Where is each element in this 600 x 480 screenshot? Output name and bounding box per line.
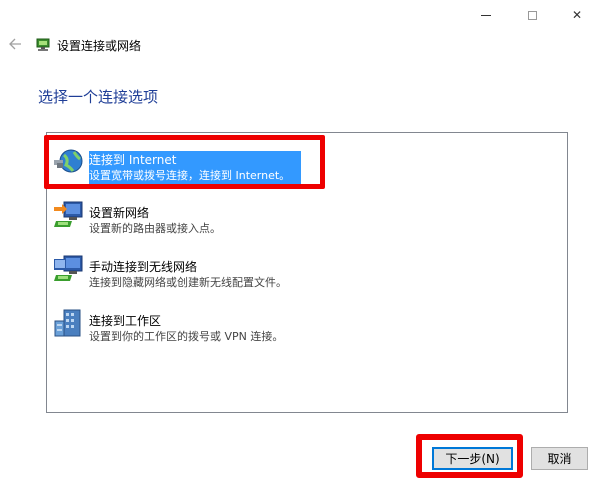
option-description: 设置到你的工作区的拨号或 VPN 连接。 — [89, 330, 284, 343]
setup-connection-window: ✕ 设置连接或网络 选择一个连接选项 连接到 Internet 设置宽带或拨号连… — [0, 0, 600, 480]
maximize-icon — [527, 10, 537, 20]
workplace-icon — [52, 307, 84, 339]
close-button[interactable]: ✕ — [554, 0, 600, 30]
network-setup-icon — [35, 36, 51, 52]
annotation-highlight-next — [416, 434, 523, 478]
option-description: 连接到隐藏网络或创建新无线配置文件。 — [89, 276, 287, 289]
option-new-network[interactable]: 设置新网络 设置新的路由器或接入点。 — [49, 193, 559, 235]
minimize-button[interactable] — [463, 0, 509, 30]
option-workplace[interactable]: 连接到工作区 设置到你的工作区的拨号或 VPN 连接。 — [49, 301, 559, 343]
cancel-button[interactable]: 取消 — [531, 447, 588, 470]
page-heading: 选择一个连接选项 — [38, 88, 159, 106]
annotation-highlight-option — [44, 135, 325, 189]
option-title: 设置新网络 — [89, 206, 150, 220]
option-workplace-text: 连接到工作区 设置到你的工作区的拨号或 VPN 连接。 — [89, 313, 283, 345]
window-title: 设置连接或网络 — [57, 39, 142, 53]
option-title: 连接到工作区 — [89, 314, 162, 328]
option-manual-wireless[interactable]: 手动连接到无线网络 连接到隐藏网络或创建新无线配置文件。 — [49, 247, 559, 289]
close-icon: ✕ — [571, 8, 583, 22]
option-title: 手动连接到无线网络 — [89, 260, 198, 274]
back-arrow-icon[interactable] — [8, 37, 22, 51]
minimize-icon — [481, 14, 491, 16]
option-new-network-text: 设置新网络 设置新的路由器或接入点。 — [89, 205, 221, 237]
new-network-icon — [52, 199, 84, 231]
maximize-button[interactable] — [509, 0, 555, 30]
option-description: 设置新的路由器或接入点。 — [89, 222, 221, 235]
option-manual-wireless-text: 手动连接到无线网络 连接到隐藏网络或创建新无线配置文件。 — [89, 259, 287, 291]
wireless-network-icon — [52, 253, 84, 285]
